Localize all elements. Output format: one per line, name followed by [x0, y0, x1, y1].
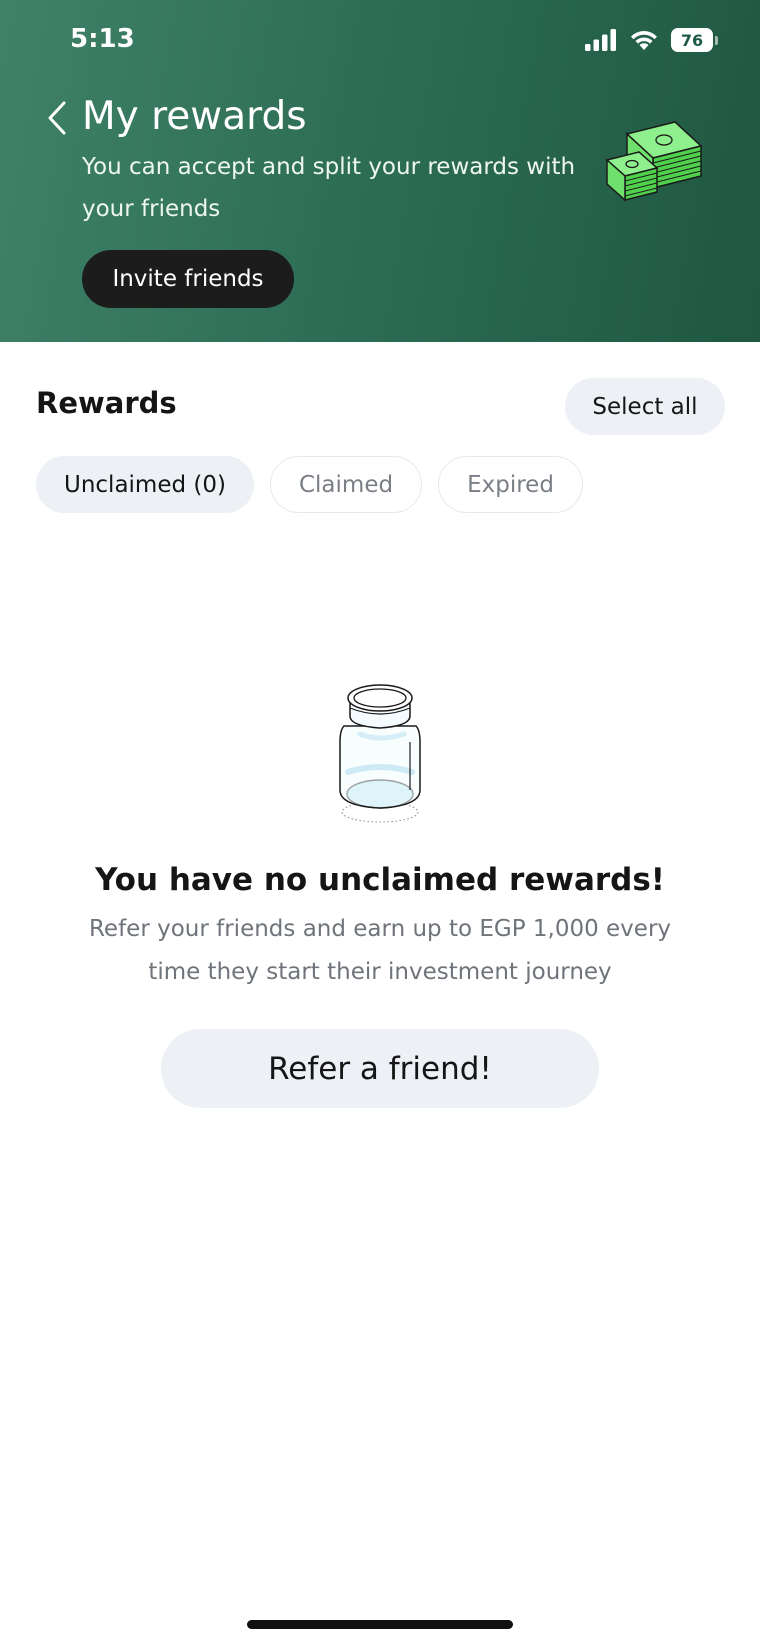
select-all-button[interactable]: Select all [565, 378, 725, 435]
rewards-screen: 5:13 76 My rewards You can accept and sp… [0, 0, 760, 1644]
home-indicator [247, 1620, 513, 1629]
page-title: My rewards [82, 94, 307, 139]
chevron-left-icon [48, 101, 66, 135]
tab-unclaimed[interactable]: Unclaimed (0) [36, 456, 254, 513]
empty-state-description: Refer your friends and earn up to EGP 1,… [88, 916, 672, 985]
rewards-section-title: Rewards [36, 386, 177, 420]
invite-friends-button[interactable]: Invite friends [82, 250, 294, 308]
battery-level: 76 [671, 28, 713, 52]
money-stack-icon [605, 121, 703, 202]
signal-icon [585, 29, 616, 51]
refer-a-friend-button[interactable]: Refer a friend! [161, 1029, 599, 1108]
status-time: 5:13 [70, 24, 135, 54]
back-button[interactable] [40, 98, 74, 138]
status-bar: 5:13 76 [0, 0, 760, 84]
empty-state-title: You have no unclaimed rewards! [95, 862, 665, 898]
reward-tabs: Unclaimed (0) Claimed Expired [36, 456, 583, 513]
jar-icon [339, 684, 421, 823]
tab-expired[interactable]: Expired [438, 456, 583, 513]
wifi-icon [631, 31, 657, 50]
battery-icon: 76 [671, 28, 718, 52]
tab-claimed[interactable]: Claimed [269, 456, 423, 513]
header-banner: 5:13 76 My rewards You can accept and sp… [0, 0, 760, 342]
status-icons: 76 [585, 28, 718, 52]
page-subtitle: You can accept and split your rewards wi… [82, 154, 576, 222]
battery-tip [715, 35, 718, 45]
